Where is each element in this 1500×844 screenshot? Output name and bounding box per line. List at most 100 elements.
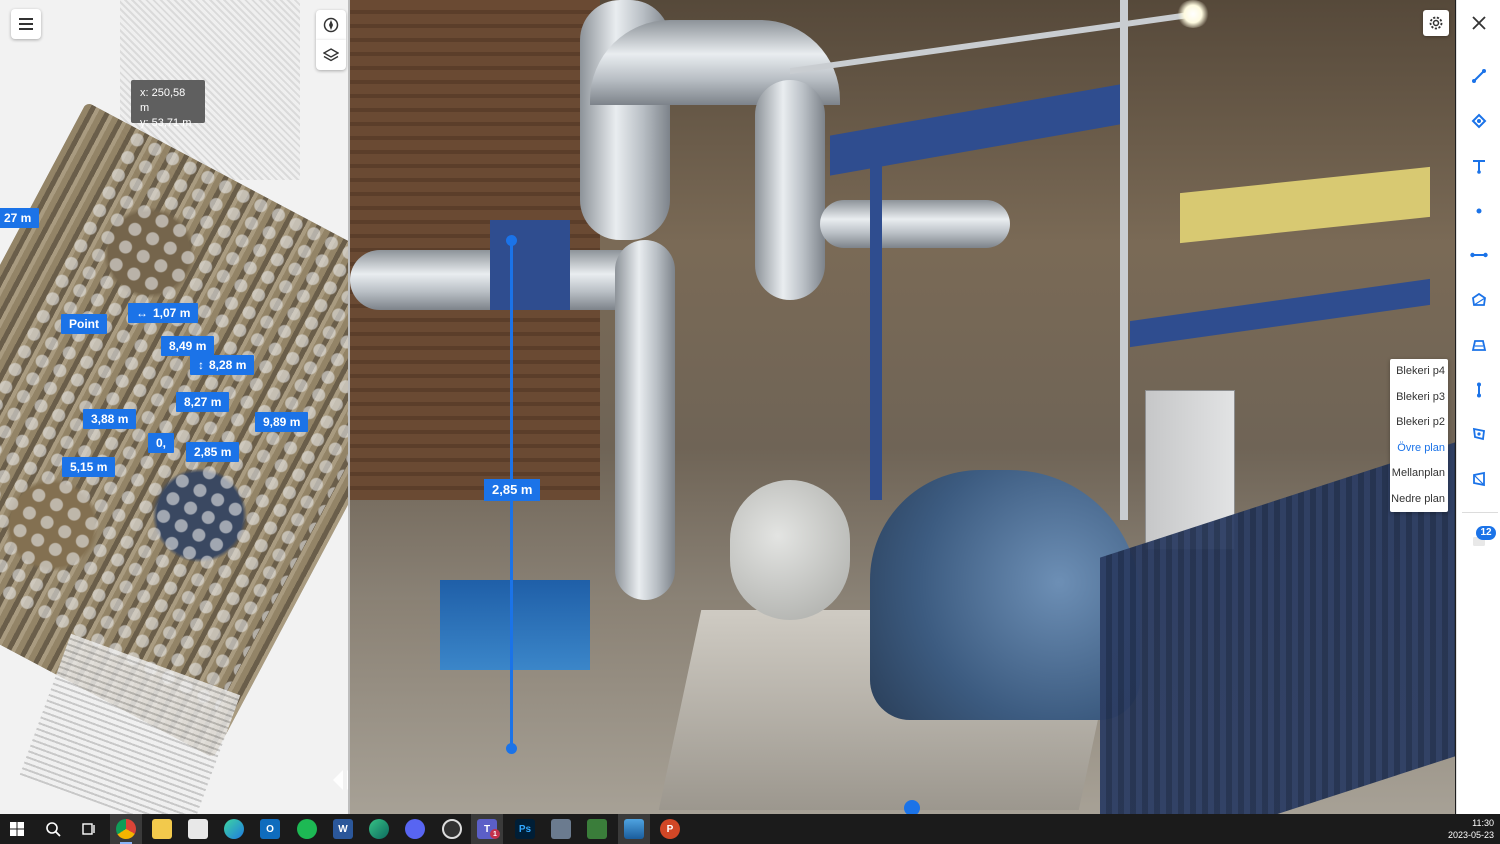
system-clock[interactable]: 11:30 2023-05-23 bbox=[1434, 817, 1494, 841]
floor-level-item[interactable]: Nedre plan bbox=[1390, 487, 1448, 513]
chrome-icon[interactable] bbox=[116, 819, 136, 839]
horizontal-arrow-icon: ↔ bbox=[136, 306, 148, 320]
powerpoint-icon[interactable]: P bbox=[660, 819, 680, 839]
point-label[interactable]: Point bbox=[61, 314, 107, 334]
media-player-icon[interactable] bbox=[442, 819, 462, 839]
measurement-label[interactable]: 9,89 m bbox=[255, 412, 309, 432]
volume-tool[interactable] bbox=[1465, 331, 1493, 359]
distance-icon bbox=[1470, 252, 1488, 258]
area-measure-icon bbox=[1471, 113, 1487, 129]
floor-level-item-active[interactable]: Övre plan bbox=[1390, 436, 1448, 462]
blue-panel bbox=[490, 220, 570, 310]
compass-button[interactable] bbox=[316, 10, 346, 40]
floor-level-item[interactable]: Mellanplan bbox=[1390, 461, 1448, 487]
search-icon[interactable] bbox=[43, 819, 63, 839]
measurement-label[interactable]: 0, bbox=[148, 433, 175, 453]
beam bbox=[870, 160, 882, 500]
close-icon bbox=[1472, 16, 1486, 30]
measurement-endpoint[interactable] bbox=[506, 235, 517, 246]
floor-opening bbox=[440, 580, 590, 670]
pipe bbox=[820, 200, 1010, 248]
discord-icon[interactable] bbox=[405, 819, 425, 839]
ceiling-light bbox=[1176, 0, 1210, 28]
calculator-icon[interactable] bbox=[551, 819, 571, 839]
toolbar-separator bbox=[1462, 512, 1498, 513]
line-measure-icon bbox=[1472, 69, 1486, 83]
measurement-endpoint[interactable] bbox=[506, 743, 517, 754]
measurement-label[interactable]: 5,15 m bbox=[62, 457, 116, 477]
clip-plane-tool[interactable] bbox=[1465, 465, 1493, 493]
arrow-left-icon[interactable] bbox=[333, 770, 343, 790]
layers-button[interactable] bbox=[316, 40, 346, 70]
pump bbox=[730, 480, 850, 620]
compass-icon bbox=[323, 17, 339, 33]
panorama-view[interactable]: 2,85 m bbox=[350, 0, 1455, 814]
coordinate-y: y: 53,71 m bbox=[140, 117, 192, 129]
settings-button[interactable] bbox=[1423, 10, 1449, 36]
edge-icon[interactable] bbox=[224, 819, 244, 839]
vertical-arrow-icon: ↕ bbox=[198, 358, 204, 372]
photoshop-icon[interactable]: Ps bbox=[515, 819, 535, 839]
measurement-label[interactable]: 27 m bbox=[0, 208, 40, 228]
polygon-tool[interactable] bbox=[1465, 286, 1493, 314]
volume-icon bbox=[1471, 340, 1487, 351]
viewer-app: x: 250,58 m y: 53,71 m 27 m ↔ 1,07 m Poin… bbox=[0, 0, 1500, 814]
navigation-dot[interactable] bbox=[904, 800, 920, 814]
floor-level-item[interactable]: Blekeri p3 bbox=[1390, 385, 1448, 411]
vertical-measure-icon bbox=[1477, 382, 1481, 398]
menu-icon bbox=[19, 18, 33, 30]
photos-icon[interactable] bbox=[624, 819, 644, 839]
menu-button[interactable] bbox=[11, 9, 41, 39]
measurement-toolbar bbox=[1456, 0, 1500, 814]
windows-taskbar: O W T 1 Ps P 11:30 2023-05-23 bbox=[0, 814, 1500, 844]
measurement-label[interactable]: 8,49 m bbox=[161, 336, 215, 356]
teams-badge: 1 bbox=[490, 829, 500, 839]
measurement-label[interactable]: 8,27 m bbox=[176, 392, 230, 412]
edge-dev-icon[interactable] bbox=[369, 819, 389, 839]
vertical-measure-tool[interactable] bbox=[1465, 376, 1493, 404]
layers-icon bbox=[323, 48, 339, 62]
measurement-label[interactable]: 3,88 m bbox=[83, 409, 137, 429]
store-icon[interactable] bbox=[188, 819, 208, 839]
pipe-vertical bbox=[1120, 0, 1128, 520]
clip-box-tool[interactable] bbox=[1465, 420, 1493, 448]
floor-level-item[interactable]: Blekeri p4 bbox=[1390, 359, 1448, 385]
file-explorer-icon[interactable] bbox=[152, 819, 172, 839]
polygon-icon bbox=[1472, 292, 1486, 306]
tank bbox=[615, 240, 675, 600]
map-panel[interactable]: x: 250,58 m y: 53,71 m 27 m ↔ 1,07 m Poin… bbox=[0, 0, 348, 814]
clip-box-icon bbox=[1472, 427, 1485, 441]
clock-date: 2023-05-23 bbox=[1447, 830, 1494, 840]
floor-level-item[interactable]: Blekeri p2 bbox=[1390, 410, 1448, 436]
spotify-icon[interactable] bbox=[297, 819, 317, 839]
close-button[interactable] bbox=[1465, 9, 1493, 37]
coordinate-tooltip: x: 250,58 m y: 53,71 m bbox=[131, 80, 205, 129]
measurement-label[interactable]: ↔ 1,07 m bbox=[128, 303, 199, 323]
measurement-label[interactable]: ↕ 8,28 m bbox=[190, 355, 255, 375]
height-measure-icon bbox=[1473, 160, 1485, 174]
railing bbox=[790, 11, 1190, 75]
platform bbox=[1130, 278, 1430, 348]
project-icon[interactable] bbox=[587, 819, 607, 839]
point-icon bbox=[1476, 208, 1482, 214]
measurement-label[interactable]: 2,85 m bbox=[186, 442, 240, 462]
vertical-measurement-label[interactable]: 2,85 m bbox=[484, 479, 541, 501]
task-view-icon[interactable] bbox=[79, 819, 99, 839]
windows-start-icon[interactable] bbox=[7, 819, 27, 839]
height-measure-tool[interactable] bbox=[1465, 152, 1493, 180]
coordinate-x: x: 250,58 m bbox=[140, 87, 186, 114]
floor-level-menu[interactable]: Blekeri p4 Blekeri p3 Blekeri p2 Övre pl… bbox=[1390, 359, 1448, 512]
outlook-icon[interactable]: O bbox=[260, 819, 280, 839]
clip-plane-icon bbox=[1473, 471, 1485, 487]
point-tool[interactable] bbox=[1465, 197, 1493, 225]
area-measure-tool[interactable] bbox=[1465, 107, 1493, 135]
panel-toggle[interactable] bbox=[333, 770, 348, 792]
comments-count-badge: 12 bbox=[1476, 526, 1496, 540]
distance-tool[interactable] bbox=[1465, 241, 1493, 269]
yellow-equipment bbox=[1180, 166, 1430, 244]
line-measure-tool[interactable] bbox=[1465, 62, 1493, 90]
clock-time: 11:30 bbox=[1472, 818, 1494, 828]
pipe bbox=[755, 80, 825, 300]
word-icon[interactable]: W bbox=[333, 819, 353, 839]
gear-icon bbox=[1429, 16, 1443, 30]
